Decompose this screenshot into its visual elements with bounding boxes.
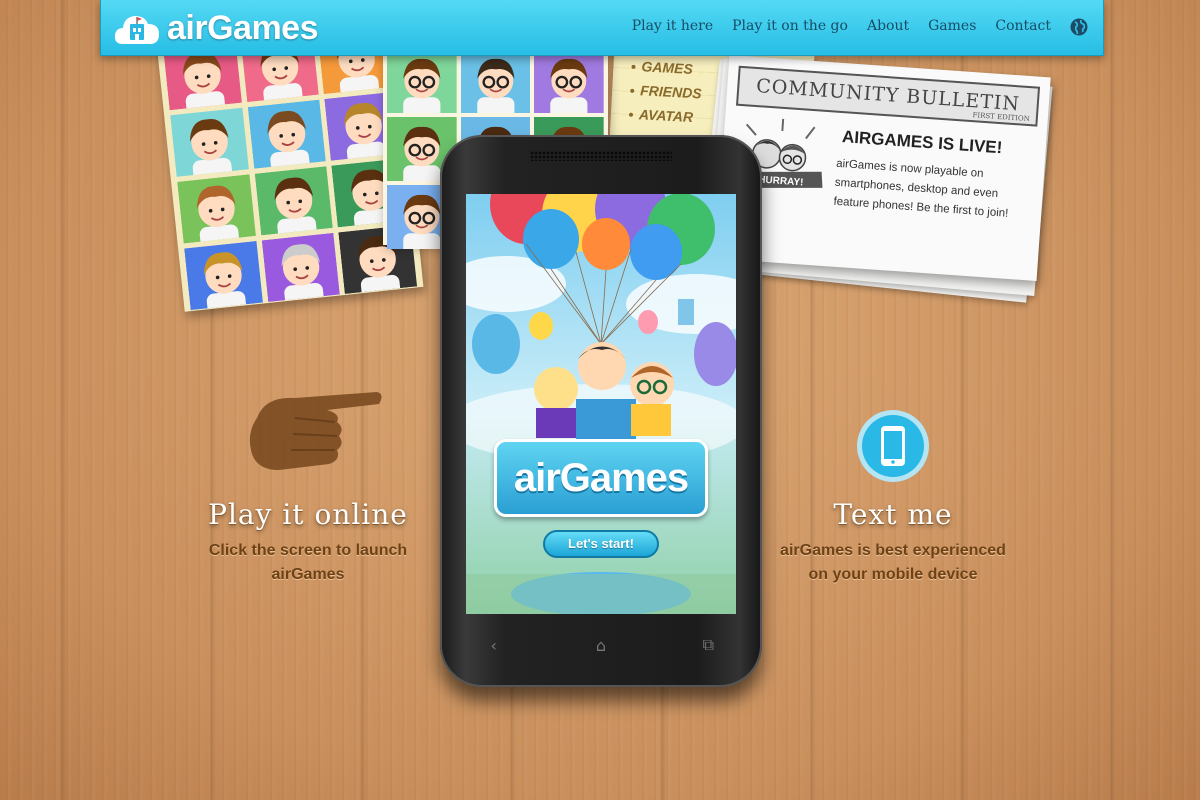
globe-icon[interactable]: [1069, 17, 1089, 37]
home-icon[interactable]: ⌂: [581, 636, 621, 655]
avatar-icon: [170, 107, 249, 177]
avatar-icon: [261, 232, 341, 303]
newspaper-front-page: COMMUNITY BULLETIN FIRST EDITION HURRAY!…: [715, 55, 1051, 281]
text-me-title: Text me: [833, 498, 953, 531]
nav-games[interactable]: Games: [928, 18, 976, 34]
avatar-icon: [387, 49, 457, 113]
avatar-icon: [247, 99, 327, 169]
text-me-section: Text me airGames is best experienced on …: [760, 498, 1026, 587]
bulletin-edition: FIRST EDITION: [972, 111, 1031, 124]
avatar-icon: [184, 240, 263, 311]
game-launch-screen[interactable]: airGames Let's start!: [466, 194, 736, 614]
avatar-icon: [177, 174, 256, 244]
play-online-section: Play it online Click the screen to launc…: [190, 498, 426, 587]
airgames-game-logo: airGames: [494, 439, 708, 517]
top-nav-bar: airGames Play it here Play it on the go …: [100, 0, 1104, 56]
nav-play-on-the-go[interactable]: Play it on the go: [732, 18, 848, 34]
avatar-icon: [460, 49, 531, 113]
nav-contact[interactable]: Contact: [995, 18, 1051, 34]
main-nav: Play it here Play it on the go About Gam…: [632, 18, 1051, 34]
text-me-description: airGames is best experienced on your mob…: [780, 542, 1006, 583]
phone-nav-buttons: ‹ ⌂ ⧉: [440, 620, 762, 670]
nav-about[interactable]: About: [867, 18, 909, 34]
recent-apps-icon[interactable]: ⧉: [688, 635, 728, 655]
lets-start-button[interactable]: Let's start!: [543, 530, 659, 558]
smartphone-icon[interactable]: [856, 409, 930, 483]
game-logo-text: airGames: [513, 456, 689, 500]
back-icon[interactable]: ‹: [474, 636, 514, 655]
cloud-logo-icon: [114, 15, 159, 44]
nav-play-it-here[interactable]: Play it here: [632, 18, 713, 34]
play-online-title: Play it online: [208, 498, 408, 531]
pointing-hand-icon: [249, 392, 382, 470]
phone-speaker: [530, 151, 672, 161]
play-online-description: Click the screen to launch airGames: [208, 542, 408, 583]
logo-text: airGames: [167, 9, 319, 47]
avatar-icon: [254, 166, 334, 236]
avatar-icon: [534, 49, 604, 113]
site-logo[interactable]: airGames: [113, 9, 319, 48]
bulletin-body: airGames is now playable on smartphones,…: [833, 157, 1009, 220]
smartphone-device: airGames Let's start! ‹ ⌂ ⧉: [440, 135, 762, 687]
